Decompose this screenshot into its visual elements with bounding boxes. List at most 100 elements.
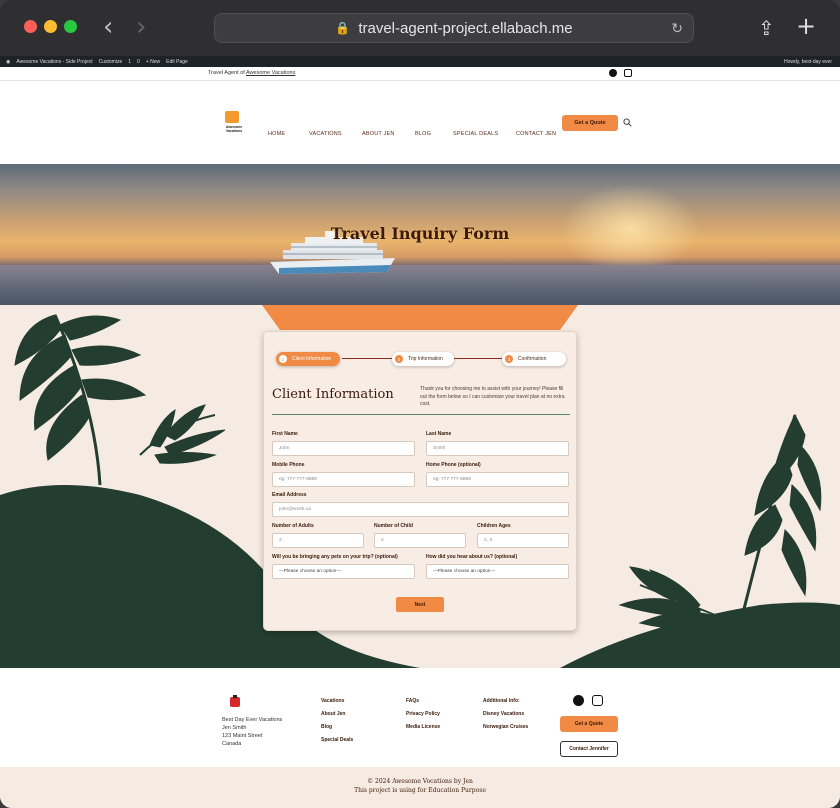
footer-info-heading: Additional Info: [483, 698, 520, 704]
first-name-label: First Name [272, 431, 298, 437]
footer-link-blog[interactable]: Blog [321, 721, 353, 734]
hear-about-select[interactable]: —Please choose an option— [426, 564, 569, 579]
back-icon[interactable]: ‹ [103, 14, 113, 40]
admin-comments[interactable]: 0 [137, 59, 140, 65]
reload-icon[interactable]: ↻ [671, 20, 683, 37]
footer-link-disney[interactable]: Disney Vacations [483, 708, 528, 721]
step-client-information[interactable]: 1 Client Information [276, 352, 340, 366]
admin-updates[interactable]: 1 [128, 59, 131, 65]
forward-icon[interactable]: › [136, 14, 146, 40]
divider [272, 414, 570, 415]
get-quote-button[interactable]: Get a Quote [562, 115, 618, 131]
children-ages-input[interactable]: 2, 3 [477, 533, 569, 548]
new-tab-icon[interactable]: + [796, 12, 816, 40]
children-input[interactable]: 2 [374, 533, 466, 548]
project-note: This project is using for Education Purp… [354, 787, 486, 794]
brand-link[interactable]: Awesome Vacations [246, 70, 295, 76]
street: 123 Maint Street [222, 733, 263, 739]
sea [0, 265, 840, 305]
wp-admin-bar: ◉ Awesome Vacations - Side Project Custo… [0, 56, 840, 67]
wp-logo-icon[interactable]: ◉ [6, 59, 10, 65]
admin-new[interactable]: + New [146, 59, 160, 65]
form-intro: Thank you for choosing me to assist with… [420, 386, 565, 407]
form-title: Client Information [272, 387, 394, 402]
search-icon[interactable] [623, 118, 632, 127]
lock-icon: 🔒 [335, 21, 351, 35]
nav-blog[interactable]: BLOG [415, 131, 431, 137]
footer-link-vacations[interactable]: Vacations [321, 695, 353, 708]
pets-select[interactable]: —Please choose an option— [272, 564, 415, 579]
step-number: 3 [505, 355, 513, 363]
home-phone-label: Home Phone (optional) [426, 462, 481, 468]
instagram-icon[interactable] [624, 69, 632, 77]
footer-link-about[interactable]: About Jen [321, 708, 353, 721]
admin-edit-page[interactable]: Edit Page [166, 59, 188, 65]
site-logo[interactable]: Awesome Vacations [221, 111, 245, 141]
facebook-icon[interactable] [573, 695, 584, 706]
company-name: Best Day Ever Vacations [222, 717, 283, 723]
footer-contact-button[interactable]: Contact Jennifer [560, 741, 618, 757]
mobile-phone-input[interactable]: eg: 777-777-8888 [272, 472, 415, 487]
admin-site-name[interactable]: Awesome Vacations - Side Project [16, 59, 92, 65]
copyright-text: © 2024 Awesome Vocations by Jen [367, 778, 473, 785]
hero-title: Travel Inquiry Form [330, 224, 510, 243]
close-window-button[interactable] [24, 20, 37, 33]
browser-window: ‹ › 🔒 travel-agent-project.ellabach.me ↻… [0, 0, 840, 808]
nav-about-jen[interactable]: ABOUT JEN [362, 131, 395, 137]
maximize-window-button[interactable] [64, 20, 77, 33]
step-label: Client Information [292, 356, 332, 362]
nav-vacations[interactable]: VACATIONS [309, 131, 342, 137]
step-label: Confirmation [518, 356, 547, 362]
nav-contact-jen[interactable]: CONTACT JEN [516, 131, 556, 137]
footer-address: Best Day Ever Vacations Jen Smith 123 Ma… [222, 716, 282, 748]
minimize-window-button[interactable] [44, 20, 57, 33]
inquiry-form-card: 1 Client Information 2 Trip Information … [263, 331, 577, 631]
adults-label: Number of Adults [272, 523, 314, 529]
home-phone-input[interactable]: eg: 777-777-8888 [426, 472, 569, 487]
step-number: 2 [395, 355, 403, 363]
nav-home[interactable]: HOME [268, 131, 285, 137]
step-connector [342, 358, 392, 359]
first-name-input[interactable]: John [272, 441, 415, 456]
step-label: Trip Information [408, 356, 443, 362]
footer-link-faqs[interactable]: FAQs [406, 695, 440, 708]
footer-link-privacy[interactable]: Privacy Policy [406, 708, 440, 721]
suitcase-icon [225, 111, 239, 123]
logo-text: Awesome Vacations [225, 125, 243, 133]
children-ages-label: Children Ages [477, 523, 511, 529]
email-input[interactable]: john@smith.ca [272, 502, 569, 517]
share-icon[interactable]: ⇪ [758, 16, 775, 40]
adults-input[interactable]: 2 [272, 533, 364, 548]
footer-link-media[interactable]: Media License [406, 721, 440, 734]
footer-links-2: FAQs Privacy Policy Media License [406, 695, 440, 734]
footer-logo[interactable] [228, 695, 242, 709]
last-name-input[interactable]: Smith [426, 441, 569, 456]
next-button[interactable]: Next [396, 597, 444, 612]
site-footer: Best Day Ever Vacations Jen Smith 123 Ma… [0, 668, 840, 767]
web-page: Travel Agent of Awesome Vacations Awesom… [0, 67, 840, 808]
step-confirmation[interactable]: 3 Confirmation [502, 352, 566, 366]
facebook-icon[interactable] [609, 69, 617, 77]
footer-links-1: Vacations About Jen Blog Special Deals [321, 695, 353, 747]
footer-links-3: Additional Info: Disney Vacations Norweg… [483, 695, 528, 734]
url-text: travel-agent-project.ellabach.me [358, 19, 573, 37]
footer-link-norwegian[interactable]: Norwegian Cruises [483, 721, 528, 734]
footer-get-quote-button[interactable]: Get a Quote [560, 716, 618, 732]
nav-special-deals[interactable]: SPECIAL DEALS [453, 131, 498, 137]
instagram-icon[interactable] [592, 695, 603, 706]
site-header: Awesome Vacations HOME VACATIONS ABOUT J… [0, 80, 840, 164]
children-label: Number of Child [374, 523, 413, 529]
hero-banner: Travel Inquiry Form [0, 164, 840, 305]
address-bar[interactable]: 🔒 travel-agent-project.ellabach.me ↻ [214, 13, 694, 43]
tagline-prefix: Travel Agent of [208, 70, 247, 76]
footer-link-deals[interactable]: Special Deals [321, 734, 353, 747]
browser-toolbar: ‹ › 🔒 travel-agent-project.ellabach.me ↻… [0, 0, 840, 56]
admin-customize[interactable]: Customize [99, 59, 123, 65]
tagline: Travel Agent of Awesome Vacations [208, 70, 295, 76]
admin-greeting[interactable]: Howdy, best-day ever [784, 59, 840, 65]
pets-label: Will you be bringing any pets on your tr… [272, 554, 398, 560]
step-trip-information[interactable]: 2 Trip Information [392, 352, 454, 366]
step-number: 1 [279, 355, 287, 363]
top-bar: Travel Agent of Awesome Vacations [0, 67, 840, 80]
country: Canada [222, 741, 242, 747]
